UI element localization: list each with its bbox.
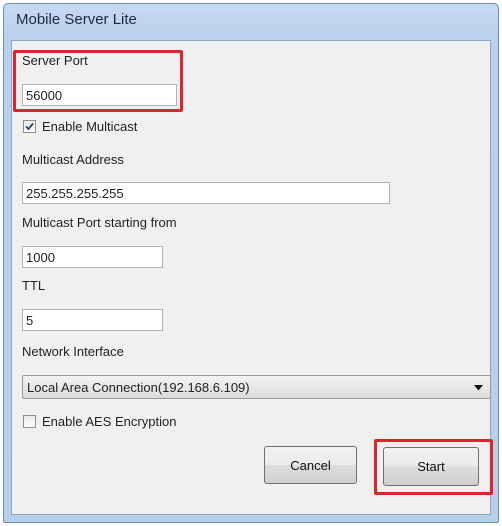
enable-multicast-checkbox[interactable]: [23, 120, 36, 133]
enable-multicast-label: Enable Multicast: [42, 119, 138, 134]
multicast-port-input[interactable]: 1000: [22, 246, 163, 268]
network-interface-value: Local Area Connection(192.168.6.109): [27, 380, 250, 395]
app-window: Mobile Server Lite Server Port 56000 Ena…: [3, 3, 499, 523]
enable-aes-checkbox[interactable]: [23, 415, 36, 428]
cancel-button[interactable]: Cancel: [264, 446, 357, 484]
enable-aes-label: Enable AES Encryption: [42, 414, 177, 429]
server-port-highlight: [13, 50, 183, 112]
ttl-input[interactable]: 5: [22, 309, 163, 331]
network-interface-label: Network Interface: [22, 344, 124, 359]
multicast-port-label: Multicast Port starting from: [22, 215, 177, 230]
ttl-label: TTL: [22, 278, 46, 293]
multicast-address-input[interactable]: 255.255.255.255: [22, 182, 390, 204]
start-button-highlight: [374, 439, 493, 495]
settings-panel: Server Port 56000 Enable Multicast Multi…: [11, 40, 493, 515]
chevron-down-icon: [474, 385, 483, 391]
window-title: Mobile Server Lite: [16, 11, 137, 28]
checkmark-icon: [25, 122, 34, 131]
network-interface-select[interactable]: Local Area Connection(192.168.6.109): [22, 375, 491, 399]
multicast-address-label: Multicast Address: [22, 152, 124, 167]
